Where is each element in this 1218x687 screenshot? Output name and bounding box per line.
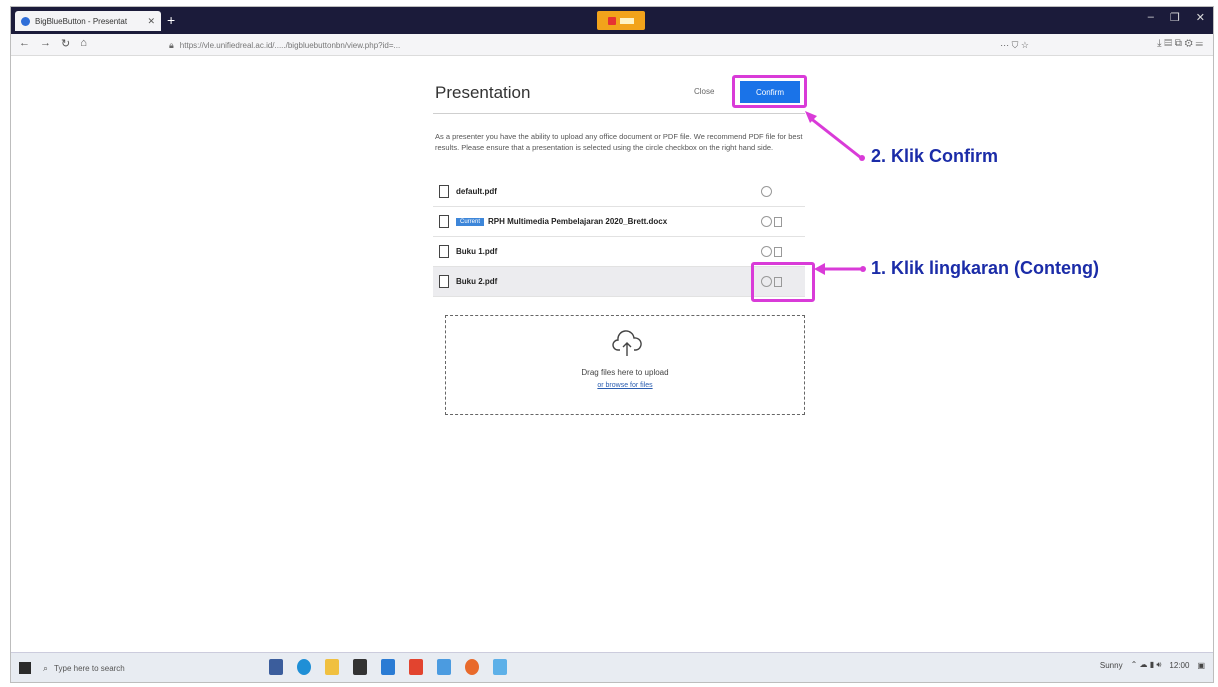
annotation-step-2: 2. Klik Confirm [871,146,999,166]
windows-start-icon[interactable] [19,662,31,674]
taskbar-search[interactable]: ⌕ Type here to search [39,658,259,678]
notification-icon[interactable]: ▣ [1197,661,1205,670]
firefox-icon[interactable] [465,659,479,675]
office-icon[interactable] [409,659,423,675]
screen: BigBlueButton - Presentat ✕ + – ❐ ✕ ← → … [10,6,1214,683]
annotation-arrows [805,111,866,275]
task-view-icon[interactable] [269,659,283,675]
edge-icon[interactable] [297,659,311,675]
mail-icon[interactable] [381,659,395,675]
store-icon[interactable] [353,659,367,675]
tray-icons[interactable]: ⌃ ☁ ▮ 🔊︎ [1131,660,1162,670]
clock[interactable]: 12:00 [1169,661,1189,670]
taskbar-apps [269,659,507,675]
taskbar: ⌕ Type here to search Sunny ⌃ ☁ ▮ 🔊︎ 12:… [11,652,1213,682]
arrow-tail-dot [860,266,866,272]
arrow-head-icon [814,263,825,275]
file-explorer-icon[interactable] [325,659,339,675]
annotation-step-1: 1. Klik lingkaran (Conteng) [871,258,1100,278]
photos-icon[interactable] [493,659,507,675]
arrow-tail-dot [859,155,865,161]
search-icon: ⌕ [43,662,49,673]
weather-text[interactable]: Sunny [1100,661,1123,670]
arrow-to-confirm [808,115,861,159]
chrome-icon[interactable] [437,659,451,675]
system-tray: Sunny ⌃ ☁ ▮ 🔊︎ 12:00 ▣ [1100,660,1205,670]
search-placeholder: Type here to search [54,663,125,673]
